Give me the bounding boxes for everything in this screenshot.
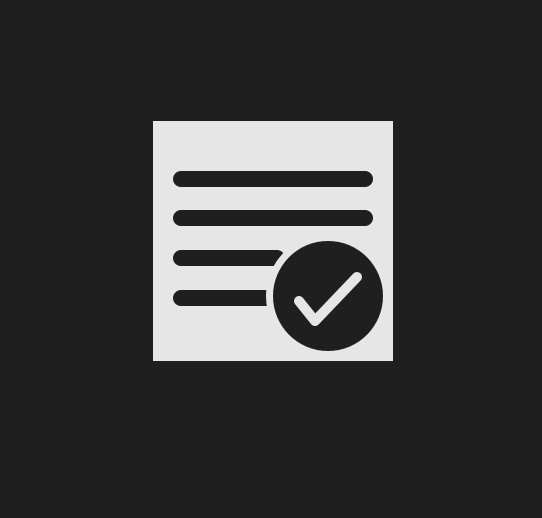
check-badge [273, 241, 383, 351]
text-line-3 [173, 250, 285, 266]
screen-background [0, 0, 542, 518]
text-line-4 [173, 290, 275, 306]
text-line-2 [173, 210, 373, 226]
text-line-1 [173, 171, 373, 187]
document-checked-icon-graphic [173, 171, 390, 358]
document-checked-icon [153, 121, 393, 361]
